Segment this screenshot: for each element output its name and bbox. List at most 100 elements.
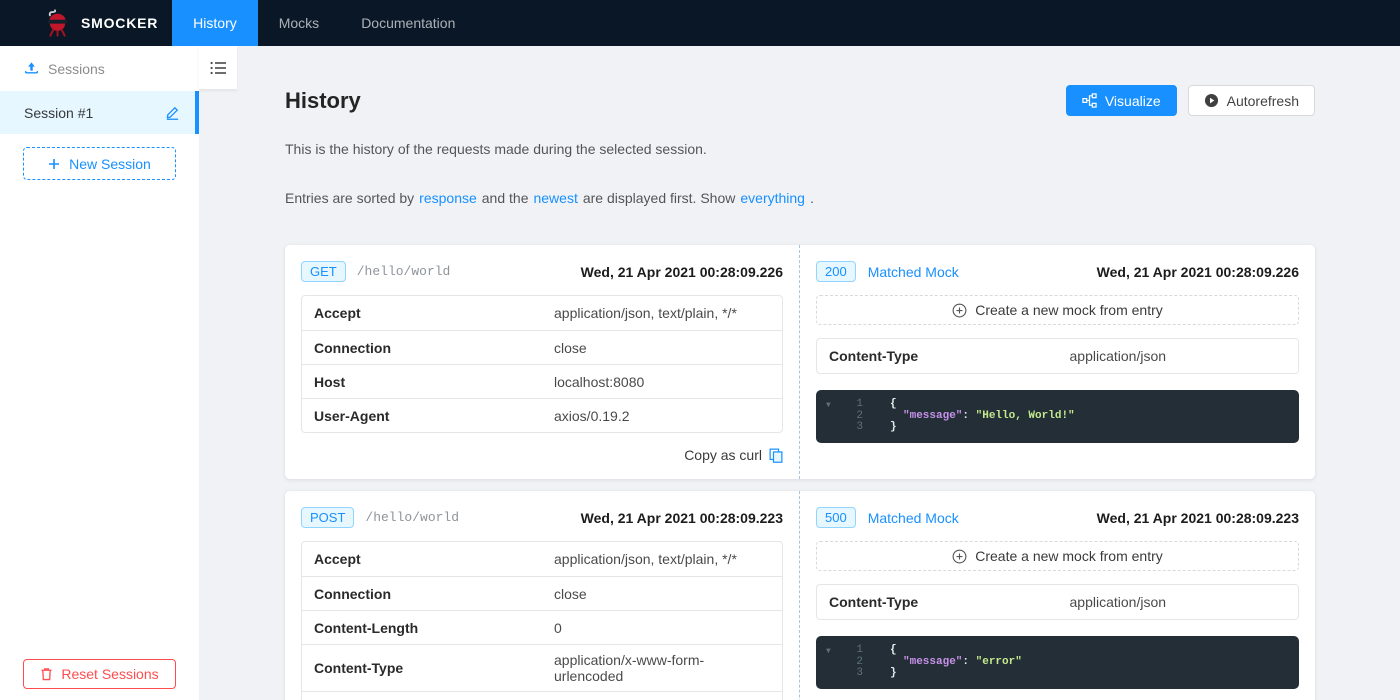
code-token: "Hello, World!": [975, 409, 1075, 422]
method-tag: GET: [301, 261, 346, 282]
request-headers-table: Accept application/json, text/plain, */*…: [301, 541, 783, 700]
header-value: close: [554, 339, 587, 356]
header-name: Host: [302, 694, 554, 700]
table-row: Content-Length 0: [302, 610, 782, 644]
header-name: Content-Type: [829, 348, 919, 364]
history-entries: GET /hello/world Wed, 21 Apr 2021 00:28:…: [285, 245, 1315, 700]
line-number: 1: [856, 398, 863, 410]
response-headers-table: Content-Type application/json: [816, 338, 1299, 374]
header-value: close: [554, 585, 587, 602]
plus-circle-icon: [952, 549, 967, 564]
response-headers-table: Content-Type application/json: [816, 584, 1299, 620]
request-date: Wed, 21 Apr 2021 00:28:09.223: [580, 509, 783, 526]
code-token: :: [962, 655, 976, 668]
edit-pencil-icon[interactable]: [165, 105, 180, 120]
sort-middle: and the: [481, 190, 529, 206]
sort-sentence: Entries are sorted by response and the newe…: [285, 190, 1315, 206]
sessions-sidebar: Sessions Session #1 New Session Reset Se…: [0, 46, 199, 700]
nav-tab-documentation[interactable]: Documentation: [340, 0, 476, 46]
code-collapse-icon[interactable]: ▼: [826, 645, 848, 680]
reset-sessions-button[interactable]: Reset Sessions: [23, 659, 176, 689]
table-row: Content-Type application/json: [817, 339, 1298, 373]
copy-as-curl[interactable]: Copy as curl: [301, 447, 783, 463]
session-label: Session #1: [24, 104, 94, 121]
header-name: Accept: [314, 551, 361, 567]
sessions-header: Sessions: [0, 46, 199, 91]
new-session-button[interactable]: New Session: [23, 147, 176, 180]
code-token: {: [890, 398, 897, 410]
plus-icon: [48, 158, 60, 170]
nav-tab-mocks[interactable]: Mocks: [258, 0, 340, 46]
header-name: Connection: [314, 339, 391, 356]
request-date: Wed, 21 Apr 2021 00:28:09.226: [580, 263, 783, 280]
order-link[interactable]: newest: [533, 190, 577, 206]
header-name: Content-Type: [314, 660, 404, 676]
matched-mock-link[interactable]: Matched Mock: [868, 264, 959, 280]
code-token: :: [962, 409, 976, 422]
header-value: application/json, text/plain, */*: [554, 305, 737, 321]
line-number: 3: [856, 421, 863, 433]
new-session-label: New Session: [69, 155, 151, 172]
status-tag: 500: [816, 507, 856, 528]
upload-icon[interactable]: [24, 61, 39, 76]
entry-response-panel: 500 Matched Mock Wed, 21 Apr 2021 00:28:…: [800, 491, 1315, 700]
create-mock-button[interactable]: Create a new mock from entry: [816, 295, 1299, 325]
visualize-graph-icon: [1082, 93, 1097, 108]
visualize-button[interactable]: Visualize: [1065, 85, 1177, 116]
response-date: Wed, 21 Apr 2021 00:28:09.226: [1096, 263, 1299, 280]
code-token: }: [890, 667, 897, 679]
header-name: Accept: [314, 305, 361, 321]
page-description: This is the history of the requests made…: [285, 141, 707, 157]
sort-period: .: [809, 190, 814, 206]
header-name: Content-Length: [314, 619, 419, 636]
smocker-grill-icon: [44, 8, 71, 38]
header-value: application/json, text/plain, */*: [554, 551, 737, 567]
header-name: Content-Type: [829, 594, 919, 610]
table-row: Accept application/json, text/plain, */*: [302, 296, 782, 330]
table-row: Accept application/json, text/plain, */*: [302, 542, 782, 576]
trash-icon: [40, 667, 53, 681]
table-row: Host localhost:8080: [302, 364, 782, 398]
sort-by-link[interactable]: response: [419, 190, 477, 206]
table-row: User-Agent axios/0.19.2: [302, 398, 782, 432]
table-row: Content-Type application/x-www-form-urle…: [302, 644, 782, 691]
entry-response-panel: 200 Matched Mock Wed, 21 Apr 2021 00:28:…: [800, 245, 1315, 479]
create-mock-label: Create a new mock from entry: [975, 548, 1163, 564]
brand-logo[interactable]: Smocker: [0, 0, 172, 46]
table-row: Content-Type application/json: [817, 585, 1298, 619]
header-value: localhost:8080: [554, 694, 782, 700]
history-entry: GET /hello/world Wed, 21 Apr 2021 00:28:…: [285, 245, 1315, 479]
sessions-title: Sessions: [48, 60, 105, 77]
header-value: 0: [554, 619, 562, 636]
request-headers-table: Accept application/json, text/plain, */*…: [301, 295, 783, 433]
history-entry: POST /hello/world Wed, 21 Apr 2021 00:28…: [285, 491, 1315, 700]
response-date: Wed, 21 Apr 2021 00:28:09.223: [1096, 509, 1299, 526]
header-name: Connection: [314, 585, 391, 602]
copy-icon[interactable]: [769, 448, 783, 463]
create-mock-button[interactable]: Create a new mock from entry: [816, 541, 1299, 571]
play-circle-icon: [1204, 93, 1219, 108]
autorefresh-button[interactable]: Autorefresh: [1187, 85, 1315, 116]
code-collapse-icon[interactable]: ▼: [826, 399, 848, 434]
table-row: Host localhost:8080: [302, 691, 782, 700]
sort-suffix: are displayed first. Show: [582, 190, 736, 206]
code-token: "error": [975, 655, 1022, 668]
request-path: /hello/world: [365, 510, 460, 525]
code-token: "message": [903, 409, 963, 422]
sidebar-collapse-toggle[interactable]: [199, 46, 237, 89]
entry-request-panel: GET /hello/world Wed, 21 Apr 2021 00:28:…: [285, 245, 800, 479]
matched-mock-link[interactable]: Matched Mock: [868, 510, 959, 526]
line-number: 1: [856, 644, 863, 656]
filter-link[interactable]: everything: [740, 190, 805, 206]
code-token: {: [890, 644, 897, 656]
code-content: { "message": "Hello, World!" }: [890, 398, 1075, 434]
table-row: Connection close: [302, 576, 782, 610]
header-value: application/x-www-form-urlencoded: [554, 652, 705, 684]
header-value: localhost:8080: [554, 373, 645, 390]
code-content: { "message": "error" }: [890, 644, 1022, 680]
response-body-code: ▼ 1 2 3 { "message": "error" }: [816, 636, 1299, 689]
nav-tab-history[interactable]: History: [172, 0, 258, 46]
create-mock-label: Create a new mock from entry: [975, 302, 1163, 318]
table-row: Connection close: [302, 330, 782, 364]
sidebar-item-session-1[interactable]: Session #1: [0, 91, 199, 134]
